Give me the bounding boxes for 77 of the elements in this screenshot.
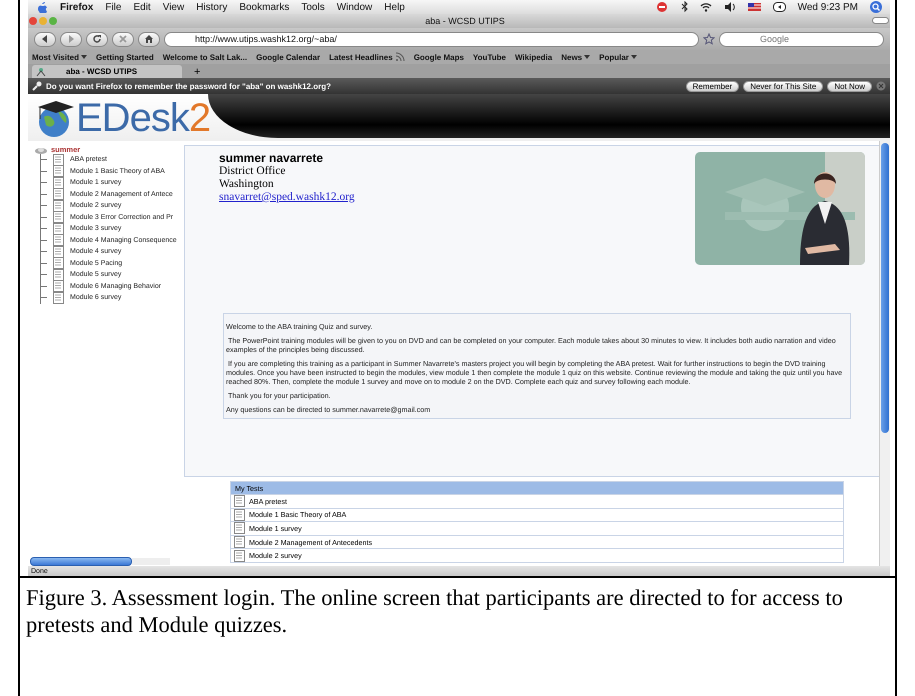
document-icon — [52, 268, 65, 282]
city-text: Washington — [219, 178, 275, 191]
browser-tab[interactable]: aba - WCSD UTIPS — [32, 65, 182, 78]
menu-item[interactable]: Tools — [301, 2, 325, 12]
feed-icon[interactable] — [394, 52, 405, 62]
menu-item[interactable]: Bookmarks — [239, 2, 290, 12]
email-link[interactable]: snavarret@sped.washk12.org — [219, 191, 355, 203]
back-icon — [40, 34, 50, 44]
document-icon — [52, 187, 65, 202]
stop-icon — [118, 34, 128, 44]
document-icon — [52, 290, 65, 305]
bookmark-link[interactable]: Wikipedia — [514, 52, 552, 62]
wifi-icon[interactable] — [700, 1, 712, 13]
caret-icon[interactable] — [80, 55, 87, 59]
notification-button[interactable]: Never for This Site — [743, 80, 824, 92]
bookmark-link[interactable]: Google Calendar — [256, 52, 320, 62]
flag-icon[interactable] — [748, 1, 761, 13]
caret-icon[interactable] — [630, 55, 637, 59]
reload-button[interactable] — [86, 32, 108, 46]
menu-item[interactable]: Help — [384, 2, 405, 12]
close-icon[interactable] — [876, 81, 886, 91]
bookmark-link[interactable]: Google Maps — [414, 52, 464, 62]
bookmark-link[interactable]: YouTube — [472, 52, 506, 62]
search-icon[interactable] — [870, 1, 882, 13]
home-button[interactable] — [138, 32, 160, 46]
window-controls-icon[interactable] — [28, 16, 58, 26]
figure-caption: Figure 3. Assessment login. The online screen that participants are directed to for access to pretests and Module quizzes. — [26, 584, 844, 638]
bluetooth-icon[interactable] — [680, 1, 688, 13]
bookmark-link[interactable]: Getting Started — [96, 52, 154, 62]
document-icon — [52, 152, 65, 167]
office-text: District Office — [219, 165, 287, 178]
star-icon[interactable] — [703, 33, 715, 45]
forward-icon — [66, 34, 76, 44]
bookmark-link[interactable]: Welcome to Salt Lak... — [162, 52, 248, 62]
clock[interactable]: Wed 9:23 PM — [798, 2, 858, 12]
site-icon — [36, 66, 46, 76]
document-icon — [52, 256, 65, 270]
menu-item[interactable]: File — [105, 2, 122, 12]
document-icon — [52, 198, 65, 213]
notification-text: Do you want Firefox to remember the password for "aba" on washk12.org? — [46, 82, 331, 90]
volume-icon[interactable] — [724, 1, 736, 13]
horizontal-scrollbar[interactable] — [30, 557, 170, 565]
menu-item[interactable]: View — [162, 2, 184, 12]
logo-text: EDesk2 — [76, 96, 210, 140]
search-field[interactable]: Google — [719, 32, 884, 46]
document-icon — [52, 222, 65, 236]
display-icon[interactable] — [772, 1, 786, 13]
bookmark-link[interactable]: Popular — [599, 52, 629, 62]
document-icon — [52, 176, 65, 190]
menu-item[interactable]: History — [196, 2, 228, 12]
back-button[interactable] — [34, 32, 56, 46]
document-icon — [52, 233, 65, 248]
caret-icon[interactable] — [584, 55, 590, 59]
user-icon — [34, 146, 48, 154]
reload-icon — [92, 34, 102, 44]
menu-item[interactable]: Edit — [133, 2, 151, 12]
document-icon — [52, 164, 65, 178]
bookmark-link[interactable]: Most Visited — [32, 52, 79, 62]
user-name: summer navarrete — [219, 152, 324, 165]
notification-button[interactable]: Not Now — [827, 80, 872, 92]
bookmark-link[interactable]: News — [561, 52, 582, 62]
document-icon — [52, 244, 65, 259]
status-icon[interactable] — [656, 1, 668, 13]
window-title: aba - WCSD UTIPS — [424, 16, 506, 26]
bookmark-link[interactable]: Latest Headlines — [329, 52, 393, 62]
toolbar-toggle-icon[interactable] — [872, 16, 890, 26]
menu-item[interactable]: Window — [336, 2, 372, 12]
key-icon — [32, 81, 42, 91]
apple-icon[interactable] — [36, 1, 48, 13]
document-icon — [52, 210, 65, 224]
scrollbar[interactable] — [879, 141, 890, 566]
menu-item[interactable]: Firefox — [60, 2, 94, 12]
new-tab-button[interactable]: + — [190, 66, 204, 78]
home-icon — [144, 34, 154, 44]
notification-button[interactable]: Remember — [686, 80, 740, 92]
address-field[interactable]: http://www.utips.washk12.org/~aba/ — [164, 32, 699, 46]
document-icon — [52, 279, 65, 294]
